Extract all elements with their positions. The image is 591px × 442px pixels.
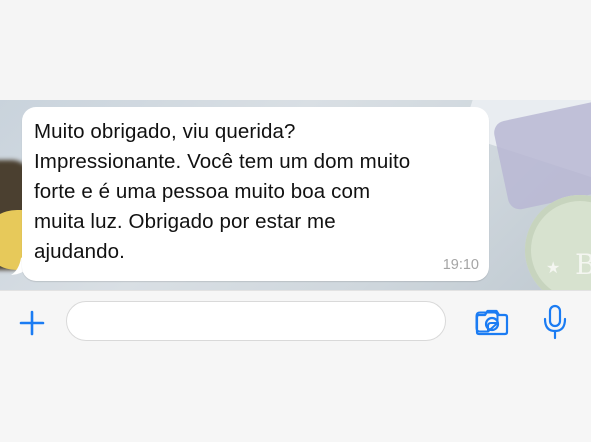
microphone-icon[interactable] bbox=[540, 303, 570, 341]
message-bubble[interactable]: Muito obrigado, viu querida? Impressiona… bbox=[22, 107, 489, 281]
message-text-input[interactable] bbox=[83, 302, 407, 342]
top-margin bbox=[0, 0, 591, 100]
wallpaper-letter: B bbox=[575, 248, 591, 281]
bottom-margin bbox=[0, 352, 591, 442]
chat-background: ★ B Muito obrigado, viu querida? Impress… bbox=[0, 100, 591, 290]
message-input[interactable] bbox=[66, 301, 499, 342]
plus-icon[interactable] bbox=[14, 305, 50, 341]
camera-icon[interactable] bbox=[474, 305, 510, 339]
message-text: Muito obrigado, viu querida? Impressiona… bbox=[34, 120, 411, 263]
message-timestamp: 19:10 bbox=[442, 257, 479, 273]
wallpaper-star-icon: ★ bbox=[546, 260, 561, 277]
message-input-bar bbox=[0, 290, 591, 353]
